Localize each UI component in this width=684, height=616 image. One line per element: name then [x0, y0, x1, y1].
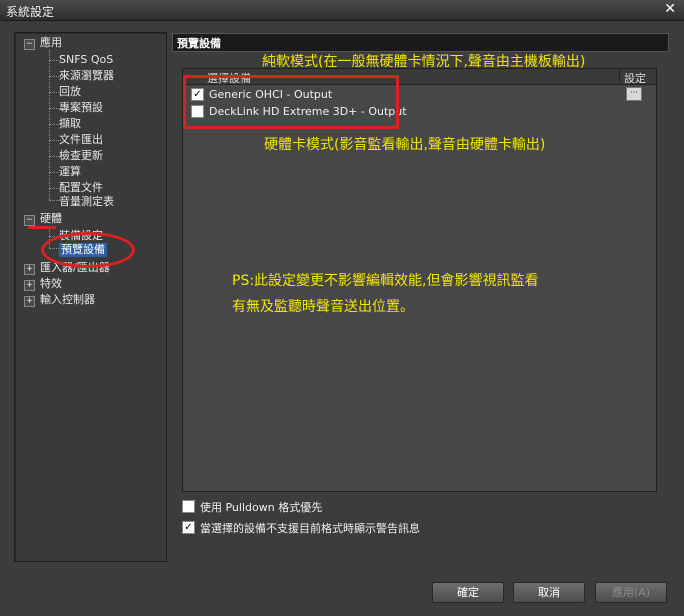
tree-item-playback[interactable]: 回放 [59, 85, 81, 99]
tree-item-rendering[interactable]: 運算 [59, 165, 81, 179]
tree-item-snfs-qos[interactable]: SNFS QoS [59, 53, 113, 67]
software-mode-note: 純軟模式(在一般無硬體卡情況下,聲音由主機板輸出) [262, 54, 586, 70]
tree-item-source-browser[interactable]: 來源瀏覽器 [59, 69, 114, 83]
red-underline-annotation [28, 226, 56, 229]
panel-title: 預覽設備 [177, 37, 221, 50]
window-title: 系統設定 [6, 5, 55, 19]
format-warning-label: 當選擇的設備不支援目前格式時顯示警告訊息 [200, 522, 420, 535]
tree-item-project-presets[interactable]: 專案預設 [59, 101, 103, 115]
column-header-settings[interactable]: 設定 [624, 70, 646, 86]
apply-button[interactable]: 應用(A) [595, 582, 667, 603]
column-divider [619, 69, 620, 84]
device-settings-button[interactable]: ··· [626, 87, 642, 101]
close-icon[interactable]: ✕ [664, 1, 676, 17]
format-warning-checkbox[interactable]: ✓ [182, 521, 195, 534]
expand-icon[interactable]: + [24, 296, 35, 307]
tree-item-input-controllers[interactable]: 輸入控制器 [40, 293, 95, 307]
red-ellipse-annotation [41, 232, 135, 268]
ps-note-line2: 有無及監聽時聲音送出位置。 [232, 299, 414, 315]
ok-button[interactable]: 確定 [432, 582, 504, 603]
collapse-icon[interactable]: − [24, 215, 35, 226]
hardware-mode-note: 硬體卡模式(影音監看輸出,聲音由硬體卡輸出) [264, 137, 546, 153]
tree-item-profiles[interactable]: 配置文件 [59, 181, 103, 195]
tree-item-app[interactable]: 應用 [40, 36, 62, 50]
expand-icon[interactable]: + [24, 280, 35, 291]
panel-header: 預覽設備 [172, 33, 669, 52]
tree-item-hardware[interactable]: 硬體 [40, 212, 62, 226]
red-box-annotation [183, 75, 399, 129]
pulldown-checkbox[interactable] [182, 500, 195, 513]
collapse-icon[interactable]: − [24, 39, 35, 50]
ps-note-line1: PS:此設定變更不影響編輯效能,但會影響視訊監看 [232, 273, 539, 289]
tree-line [49, 50, 50, 200]
tree-item-check-updates[interactable]: 檢查更新 [59, 149, 103, 163]
tree-item-capture[interactable]: 擷取 [59, 117, 81, 131]
title-bar: 系統設定 ✕ [0, 0, 684, 21]
cancel-button[interactable]: 取消 [513, 582, 585, 603]
tree-item-audio-meter[interactable]: 音量測定表 [59, 195, 114, 209]
tree-item-file-export[interactable]: 文件匯出 [59, 133, 103, 147]
expand-icon[interactable]: + [24, 264, 35, 275]
tree-item-effects[interactable]: 特效 [40, 277, 62, 291]
settings-tree: − 應用 SNFS QoS 來源瀏覽器 回放 專案預設 擷取 文件匯出 檢查更新… [14, 32, 167, 562]
pulldown-label: 使用 Pulldown 格式優先 [200, 501, 323, 514]
